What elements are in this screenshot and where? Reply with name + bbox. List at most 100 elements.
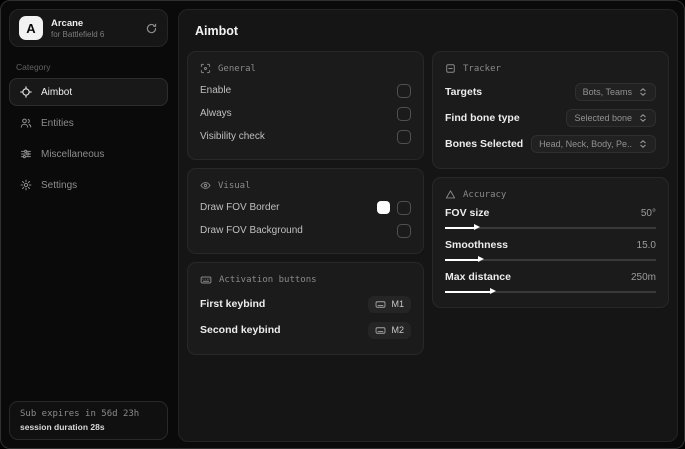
bones-selected-dropdown[interactable]: Head, Neck, Body, Pe.. (531, 135, 656, 153)
enable-checkbox[interactable] (397, 83, 411, 98)
activation-buttons-card: Activation buttons First keybind M1 Seco… (187, 262, 424, 355)
keybind-row-first: First keybind M1 (200, 291, 411, 317)
dropdown-value: Head, Neck, Body, Pe.. (539, 139, 632, 149)
section-title: Tracker (463, 63, 501, 74)
accuracy-card-title: Accuracy (445, 189, 656, 200)
tracker-row-find-bone-type: Find bone type Selected bone (445, 105, 656, 131)
sidebar-item-miscellaneous[interactable]: Miscellaneous (9, 140, 168, 168)
max-distance-slider[interactable] (445, 287, 656, 296)
page-title: Aimbot (195, 24, 239, 38)
setting-label: Draw FOV Background (200, 225, 303, 236)
app-name: Arcane (51, 17, 84, 29)
keybind-value: M2 (391, 325, 404, 335)
tracker-label: Targets (445, 86, 483, 98)
left-column: General Enable Always Visibility check V… (187, 51, 424, 355)
keybind-row-second: Second keybind M2 (200, 317, 411, 343)
gear-icon (20, 179, 32, 191)
tracker-row-targets: Targets Bots, Teams (445, 79, 656, 105)
setting-row-visibility-check: Visibility check (200, 125, 411, 148)
setting-label: Visibility check (200, 131, 265, 142)
section-title: Activation buttons (219, 275, 317, 285)
card-columns: General Enable Always Visibility check V… (187, 51, 669, 355)
app-window: A Arcane for Battlefield 6 Category Aimb… (0, 0, 685, 449)
visual-card-title: Visual (200, 180, 411, 191)
sync-icon[interactable] (145, 22, 158, 35)
setting-row-draw-fov-background: Draw FOV Background (200, 219, 411, 242)
fov-border-color-swatch[interactable] (377, 201, 390, 214)
setting-label: Always (200, 108, 232, 119)
second-keybind-button[interactable]: M2 (368, 321, 411, 339)
first-keybind-button[interactable]: M1 (368, 295, 411, 313)
visibility-check-checkbox[interactable] (397, 129, 411, 144)
slider-fill (445, 256, 484, 262)
slider-fill (445, 224, 479, 230)
sidebar-item-label: Settings (41, 179, 78, 191)
draw-fov-border-checkbox[interactable] (397, 200, 411, 215)
slider-value: 250m (630, 271, 656, 283)
slider-row-smoothness: Smoothness 15.0 (445, 239, 656, 264)
users-icon (20, 117, 32, 129)
app-header-card: A Arcane for Battlefield 6 (9, 9, 168, 47)
sidebar-item-entities[interactable]: Entities (9, 109, 168, 137)
scan-icon (200, 63, 211, 74)
section-title: Visual (218, 180, 251, 191)
chevrons-up-down-icon (638, 139, 648, 149)
tracker-row-bones-selected: Bones Selected Head, Neck, Body, Pe.. (445, 131, 656, 157)
category-label: Category (16, 62, 51, 72)
tracker-label: Bones Selected (445, 138, 524, 150)
setting-label: Draw FOV Border (200, 202, 280, 213)
slider-label: Max distance (445, 271, 511, 283)
sidebar-item-label: Aimbot (41, 86, 73, 98)
right-column: Tracker Targets Bots, Teams Find bone ty… (432, 51, 669, 308)
dropdown-value: Selected bone (574, 113, 632, 123)
targets-dropdown[interactable]: Bots, Teams (574, 83, 656, 101)
sidebar-item-aimbot[interactable]: Aimbot (9, 78, 168, 106)
find-bone-type-dropdown[interactable]: Selected bone (566, 109, 656, 127)
sub-expiry-text: Sub expires in 56d 23h (20, 409, 140, 419)
sidebar: A Arcane for Battlefield 6 Category Aimb… (1, 1, 176, 448)
app-logo: A (19, 16, 43, 40)
keybind-label: Second keybind (200, 324, 281, 336)
section-title: General (218, 63, 256, 74)
fov-size-slider[interactable] (445, 223, 656, 232)
slider-value: 50° (640, 207, 656, 219)
app-subtitle: for Battlefield 6 (51, 29, 105, 39)
general-card: General Enable Always Visibility check (187, 51, 424, 160)
main-panel: Aimbot General Enable Always Visibility … (178, 9, 678, 442)
section-title: Accuracy (463, 189, 507, 200)
slider-label: Smoothness (445, 239, 509, 251)
accuracy-card: Accuracy FOV size 50° Smoothness 15.0 Ma… (432, 177, 669, 308)
eye-icon (200, 180, 211, 191)
draw-fov-background-checkbox[interactable] (397, 223, 411, 238)
keyboard-icon (375, 325, 386, 336)
sidebar-item-settings[interactable]: Settings (9, 171, 168, 199)
setting-label: Enable (200, 85, 232, 96)
general-card-title: General (200, 63, 411, 74)
frame-minus-icon (445, 63, 456, 74)
session-duration-text: session duration 28s (20, 422, 105, 432)
slider-fill (445, 288, 497, 294)
keybind-label: First keybind (200, 298, 266, 310)
always-checkbox[interactable] (397, 106, 411, 121)
chevrons-up-down-icon (638, 87, 648, 97)
visual-card: Visual Draw FOV Border Draw FOV Backgrou… (187, 168, 424, 254)
tracker-card: Tracker Targets Bots, Teams Find bone ty… (432, 51, 669, 169)
sidebar-nav: Aimbot Entities Miscellaneous Settings (1, 77, 176, 200)
tracker-label: Find bone type (445, 112, 520, 124)
slider-value: 15.0 (636, 239, 656, 251)
sliders-icon (20, 148, 32, 160)
triangle-icon (445, 189, 456, 200)
keyboard-icon (375, 299, 386, 310)
smoothness-slider[interactable] (445, 255, 656, 264)
app-meta: Arcane for Battlefield 6 (51, 18, 104, 39)
slider-row-max-distance: Max distance 250m (445, 271, 656, 296)
tracker-card-title: Tracker (445, 63, 656, 74)
setting-row-always: Always (200, 102, 411, 125)
keyboard-icon (200, 274, 212, 286)
slider-label: FOV size (445, 207, 490, 219)
crosshair-icon (20, 86, 32, 98)
dropdown-value: Bots, Teams (582, 87, 632, 97)
setting-row-draw-fov-border: Draw FOV Border (200, 196, 411, 219)
subscription-info-box: Sub expires in 56d 23h session duration … (9, 401, 168, 440)
setting-row-enable: Enable (200, 79, 411, 102)
